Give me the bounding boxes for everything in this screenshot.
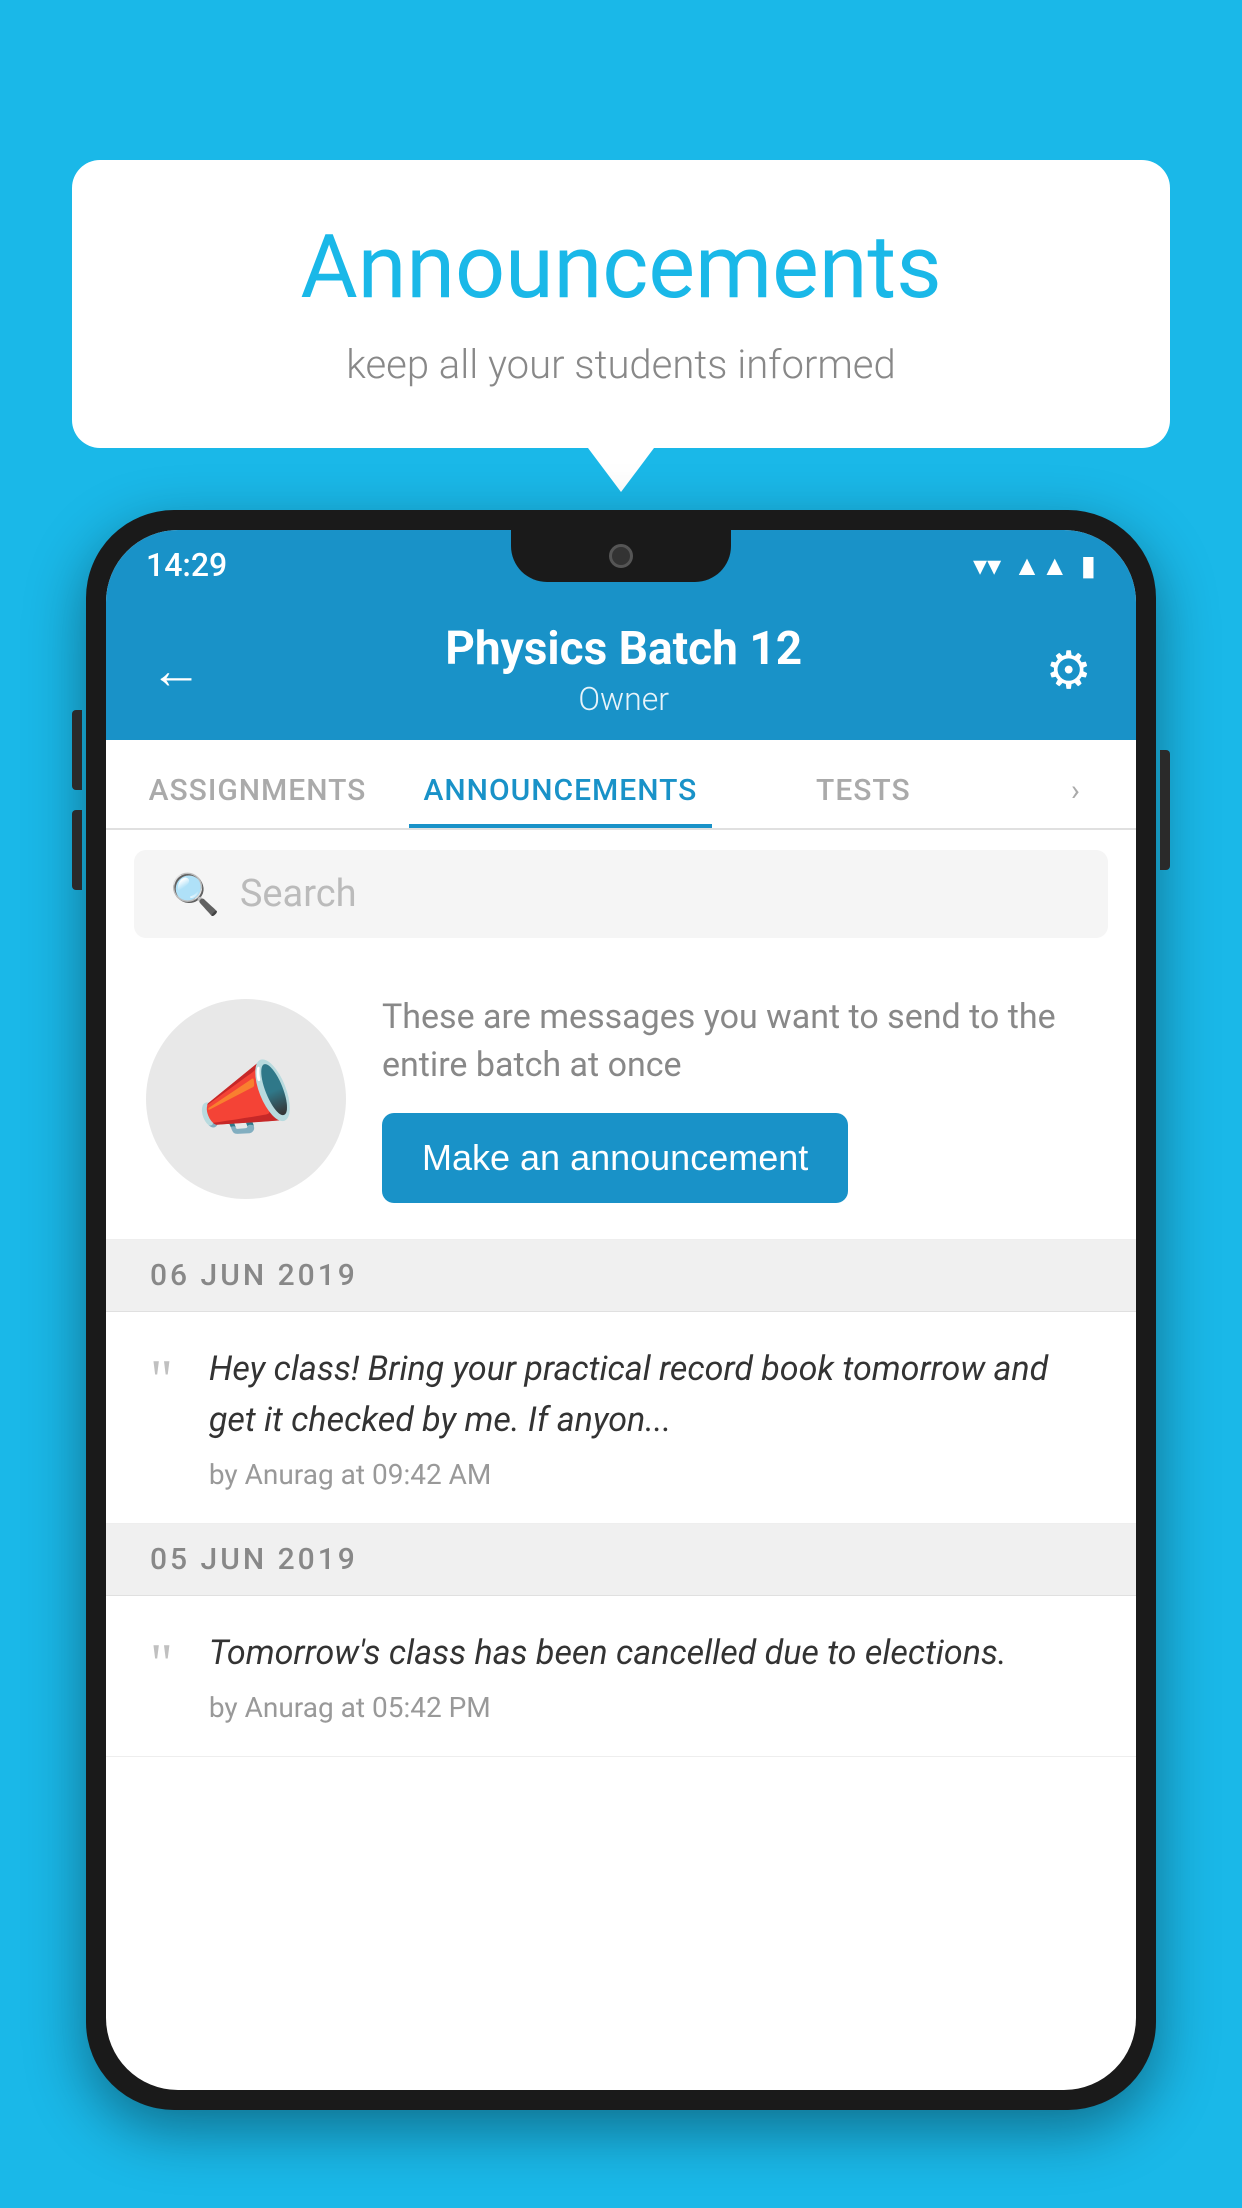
app-header: ← Physics Batch 12 Owner ⚙ bbox=[106, 600, 1136, 740]
announcement-content-1: Hey class! Bring your practical record b… bbox=[209, 1344, 1092, 1491]
header-title: Physics Batch 12 bbox=[202, 622, 1045, 676]
settings-icon[interactable]: ⚙ bbox=[1045, 640, 1092, 701]
tab-tests[interactable]: TESTS bbox=[712, 773, 1015, 828]
megaphone-icon: 📣 bbox=[196, 1052, 296, 1146]
status-time: 14:29 bbox=[146, 546, 227, 584]
speech-bubble-container: Announcements keep all your students inf… bbox=[72, 160, 1170, 448]
promo-right: These are messages you want to send to t… bbox=[382, 994, 1096, 1203]
header-title-block: Physics Batch 12 Owner bbox=[202, 622, 1045, 718]
speech-bubble-title: Announcements bbox=[152, 220, 1090, 317]
search-container: 🔍 Search bbox=[106, 830, 1136, 958]
quote-icon-1: " bbox=[150, 1352, 173, 1408]
date-separator-1: 06 JUN 2019 bbox=[106, 1240, 1136, 1312]
promo-icon-circle: 📣 bbox=[146, 999, 346, 1199]
announcement-text-1: Hey class! Bring your practical record b… bbox=[209, 1344, 1092, 1446]
announcement-item-1[interactable]: " Hey class! Bring your practical record… bbox=[106, 1312, 1136, 1524]
signal-icon: ▲▲ bbox=[1013, 549, 1068, 582]
speech-bubble: Announcements keep all your students inf… bbox=[72, 160, 1170, 448]
wifi-icon: ▾▾ bbox=[973, 549, 1001, 582]
battery-icon: ▮ bbox=[1081, 549, 1096, 582]
tab-more[interactable]: › bbox=[1015, 773, 1136, 828]
back-button[interactable]: ← bbox=[150, 640, 202, 701]
phone-screen: 14:29 ▾▾ ▲▲ ▮ ← Physics Batch 12 Owner ⚙ bbox=[106, 530, 1136, 2090]
vol-down-button[interactable] bbox=[72, 810, 82, 890]
power-button[interactable] bbox=[1160, 750, 1170, 870]
phone-wrapper: 14:29 ▾▾ ▲▲ ▮ ← Physics Batch 12 Owner ⚙ bbox=[86, 510, 1156, 2208]
announcement-meta-2: by Anurag at 05:42 PM bbox=[209, 1691, 1092, 1724]
quote-icon-2: " bbox=[150, 1636, 173, 1692]
phone-notch bbox=[511, 530, 731, 582]
search-bar[interactable]: 🔍 Search bbox=[134, 850, 1108, 938]
promo-block: 📣 These are messages you want to send to… bbox=[106, 958, 1136, 1240]
header-subtitle: Owner bbox=[202, 680, 1045, 718]
promo-description: These are messages you want to send to t… bbox=[382, 994, 1096, 1089]
status-icons: ▾▾ ▲▲ ▮ bbox=[973, 549, 1096, 582]
announcement-meta-1: by Anurag at 09:42 AM bbox=[209, 1458, 1092, 1491]
date-separator-2: 05 JUN 2019 bbox=[106, 1524, 1136, 1596]
speech-bubble-subtitle: keep all your students informed bbox=[152, 341, 1090, 388]
announcement-text-2: Tomorrow's class has been cancelled due … bbox=[209, 1628, 1092, 1679]
front-camera bbox=[609, 544, 633, 568]
tabs-container: ASSIGNMENTS ANNOUNCEMENTS TESTS › bbox=[106, 740, 1136, 830]
announcement-content-2: Tomorrow's class has been cancelled due … bbox=[209, 1628, 1092, 1724]
announcement-item-2[interactable]: " Tomorrow's class has been cancelled du… bbox=[106, 1596, 1136, 1757]
tab-assignments[interactable]: ASSIGNMENTS bbox=[106, 773, 409, 828]
search-icon: 🔍 bbox=[170, 871, 220, 918]
vol-up-button[interactable] bbox=[72, 710, 82, 790]
tab-announcements[interactable]: ANNOUNCEMENTS bbox=[409, 773, 712, 828]
phone-outer: 14:29 ▾▾ ▲▲ ▮ ← Physics Batch 12 Owner ⚙ bbox=[86, 510, 1156, 2110]
search-placeholder: Search bbox=[240, 872, 357, 916]
make-announcement-button[interactable]: Make an announcement bbox=[382, 1113, 848, 1203]
